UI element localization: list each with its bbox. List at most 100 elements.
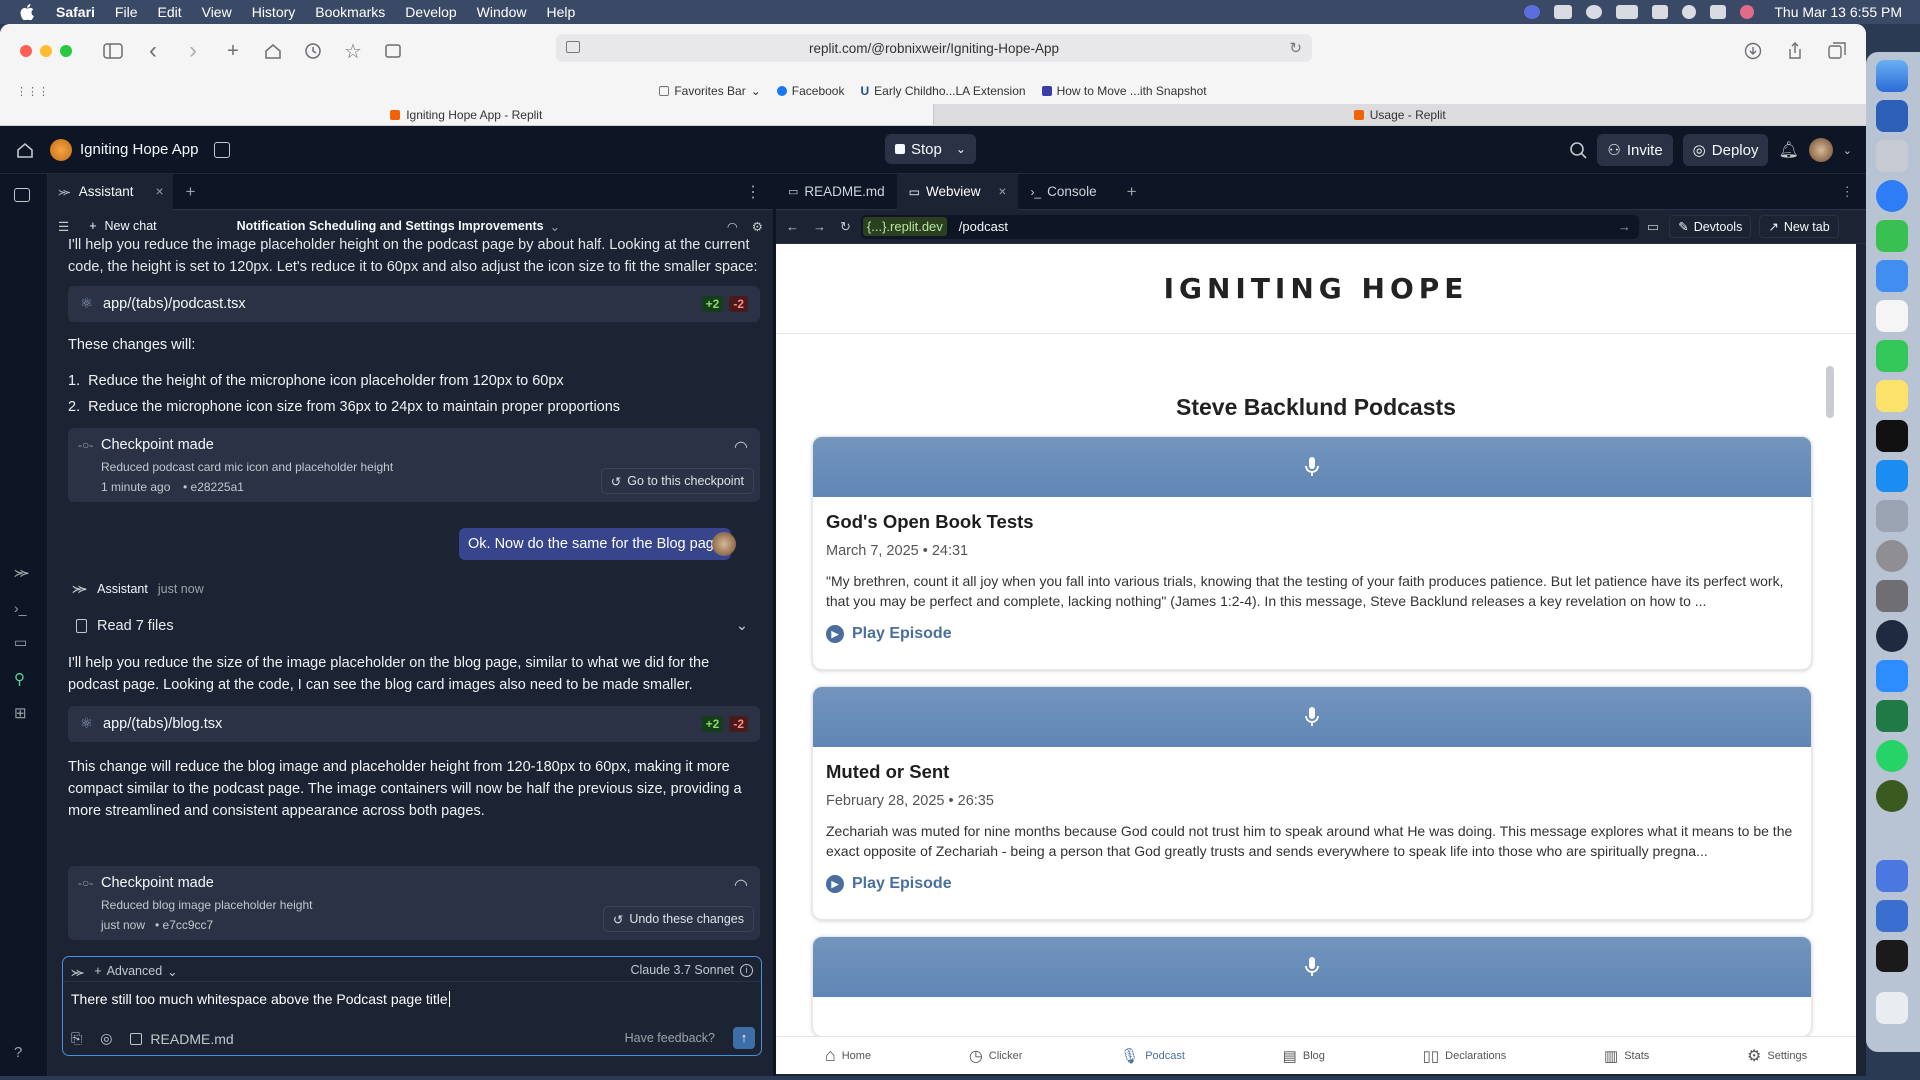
menu-file[interactable]: File bbox=[105, 4, 148, 20]
favorite-snapshot[interactable]: How to Move ...ith Snapshot bbox=[1041, 84, 1207, 98]
reload-icon[interactable]: ↻ bbox=[1289, 39, 1302, 57]
more-icon[interactable]: ⋮ bbox=[745, 182, 761, 202]
tools-icon[interactable] bbox=[1876, 900, 1908, 932]
chat-input-box[interactable]: ⪼ + Advanced ⌄ Claude 3.7 Sonnet i There s… bbox=[62, 956, 762, 1056]
new-tab-plus-icon[interactable]: + bbox=[222, 40, 244, 62]
tab-webview[interactable]: ▭ Webview × bbox=[896, 173, 1019, 210]
home-icon[interactable] bbox=[16, 141, 34, 159]
mail-icon[interactable] bbox=[1876, 260, 1908, 292]
more-icon[interactable]: ⋮ bbox=[1841, 184, 1855, 200]
star-icon[interactable]: ☆ bbox=[342, 40, 364, 63]
tab-console[interactable]: ›_ Console bbox=[1018, 174, 1108, 210]
menu-history[interactable]: History bbox=[242, 4, 306, 20]
favorites-folder[interactable]: Favorites Bar ⌄ bbox=[659, 84, 761, 98]
siri-icon[interactable] bbox=[1740, 5, 1755, 19]
advanced-toggle[interactable]: + Advanced ⌄ bbox=[94, 964, 177, 979]
back-icon[interactable]: ← bbox=[786, 219, 799, 234]
nav-stats[interactable]: ▥ Stats bbox=[1604, 1047, 1649, 1065]
share-icon[interactable] bbox=[1784, 40, 1806, 62]
attachment-chip[interactable]: README.md bbox=[130, 1031, 234, 1047]
nav-declarations[interactable]: ▯▯ Declarations bbox=[1423, 1047, 1507, 1065]
file-change-blog[interactable]: ⚛ app/(tabs)/blog.tsx +2 -2 bbox=[68, 706, 760, 742]
secrets-icon[interactable]: ⚲ bbox=[14, 670, 34, 690]
menu-help[interactable]: Help bbox=[536, 4, 585, 20]
scrollbar[interactable] bbox=[1826, 366, 1834, 418]
app-store-icon[interactable] bbox=[1876, 460, 1908, 492]
nav-clicker[interactable]: ◷ Clicker bbox=[969, 1046, 1023, 1066]
sidebar-icon[interactable] bbox=[102, 40, 124, 62]
notes-icon[interactable] bbox=[1876, 380, 1908, 412]
back-icon[interactable]: ‹ bbox=[142, 37, 164, 64]
system-settings-icon[interactable] bbox=[1876, 540, 1908, 572]
stop-button[interactable]: Stop ⌄ bbox=[885, 134, 976, 164]
new-chat-button[interactable]: + New chat bbox=[89, 219, 156, 233]
target-icon[interactable]: ◎ bbox=[100, 1030, 112, 1047]
history-icon[interactable] bbox=[302, 40, 324, 62]
monitor-icon[interactable]: ▭ bbox=[14, 634, 34, 654]
nav-home[interactable]: ⌂ Home bbox=[825, 1045, 871, 1066]
download-icon[interactable] bbox=[1742, 40, 1764, 62]
grid-icon[interactable]: ⋮⋮⋮ bbox=[16, 85, 49, 98]
zoom-window-button[interactable] bbox=[60, 45, 72, 57]
chevron-down-icon[interactable]: ⌄ bbox=[736, 618, 748, 634]
play-episode-button[interactable]: ▶ Play Episode bbox=[826, 875, 1811, 893]
launchpad-icon[interactable] bbox=[1876, 140, 1908, 172]
creative-cloud-icon[interactable] bbox=[1586, 5, 1603, 19]
script-editor-icon[interactable] bbox=[1876, 580, 1908, 612]
project-avatar[interactable] bbox=[50, 138, 72, 161]
user-avatar[interactable] bbox=[1808, 138, 1833, 162]
device-icon[interactable]: ▭ bbox=[1647, 219, 1659, 235]
chevron-down-icon[interactable]: ⌄ bbox=[550, 219, 560, 234]
read-files-toggle[interactable]: Read 7 files ⌄ bbox=[68, 614, 760, 638]
menu-develop[interactable]: Develop bbox=[395, 4, 466, 20]
menu-window[interactable]: Window bbox=[467, 4, 537, 20]
safari-icon[interactable] bbox=[1876, 180, 1908, 212]
spotlight-icon[interactable] bbox=[1682, 5, 1697, 19]
new-tab-button[interactable]: ↗ New tab bbox=[1759, 215, 1839, 238]
feedback-link[interactable]: Have feedback? bbox=[625, 1031, 715, 1045]
wifi-icon[interactable] bbox=[1652, 5, 1669, 19]
reload-icon[interactable]: ↻ bbox=[840, 219, 851, 235]
minimize-window-button[interactable] bbox=[40, 45, 52, 57]
menu-app-name[interactable]: Safari bbox=[46, 4, 105, 20]
devtools-button[interactable]: ✎ Devtools bbox=[1669, 215, 1752, 238]
preview-icon[interactable] bbox=[1876, 500, 1908, 532]
podcast-card[interactable] bbox=[812, 936, 1812, 1036]
chevron-down-icon[interactable]: ⌄ bbox=[956, 142, 966, 156]
apple-tv-icon[interactable] bbox=[1876, 420, 1908, 452]
tab-usage[interactable]: Usage - Replit bbox=[932, 104, 1866, 125]
add-tab-icon[interactable]: + bbox=[1127, 182, 1137, 202]
cloud-icon[interactable] bbox=[1554, 5, 1573, 19]
forward-icon[interactable]: → bbox=[813, 219, 826, 234]
page-settings-icon[interactable] bbox=[566, 41, 580, 53]
facetime-icon[interactable] bbox=[1876, 340, 1908, 372]
close-icon[interactable]: × bbox=[999, 184, 1007, 199]
url-text[interactable]: replit.com/@robnixweir/Igniting-Hope-App bbox=[809, 41, 1059, 56]
chat-title[interactable]: Notification Scheduling and Settings Imp… bbox=[237, 219, 544, 233]
database-icon[interactable] bbox=[214, 141, 231, 158]
tab-igniting-hope[interactable]: Igniting Hope App - Replit bbox=[0, 104, 933, 125]
finder-icon[interactable] bbox=[1876, 60, 1908, 92]
agent-icon[interactable]: ⪼ bbox=[14, 564, 34, 584]
forward-icon[interactable]: › bbox=[182, 37, 204, 64]
address-bar[interactable]: replit.com/@robnixweir/Igniting-Hope-App… bbox=[556, 34, 1312, 62]
rollback-preview-icon[interactable]: ◠ bbox=[734, 875, 748, 895]
add-tab-icon[interactable]: + bbox=[185, 182, 195, 202]
home-icon[interactable] bbox=[262, 40, 284, 62]
messages-icon[interactable] bbox=[1876, 220, 1908, 252]
deploy-button[interactable]: ◎ Deploy bbox=[1682, 134, 1769, 166]
time-machine-icon[interactable] bbox=[1876, 620, 1908, 652]
chevron-down-icon[interactable]: ⌄ bbox=[1843, 144, 1852, 157]
menubar-clock[interactable]: Thu Mar 13 6:55 PM bbox=[1774, 4, 1902, 20]
menu-edit[interactable]: Edit bbox=[147, 4, 191, 20]
zoom-status-icon[interactable] bbox=[1524, 5, 1541, 19]
control-center-icon[interactable] bbox=[1710, 5, 1727, 19]
close-window-button[interactable] bbox=[20, 45, 32, 57]
play-episode-button[interactable]: ▶ Play Episode bbox=[826, 625, 1811, 643]
history-list-icon[interactable]: ☰ bbox=[58, 219, 69, 234]
favorite-facebook[interactable]: Facebook bbox=[776, 84, 844, 98]
go-to-checkpoint-button[interactable]: ↺ Go to this checkpoint bbox=[600, 468, 754, 494]
info-icon[interactable]: i bbox=[740, 963, 753, 977]
bell-icon[interactable]: 🔔︎ bbox=[1778, 140, 1798, 160]
files-icon[interactable] bbox=[14, 188, 30, 202]
